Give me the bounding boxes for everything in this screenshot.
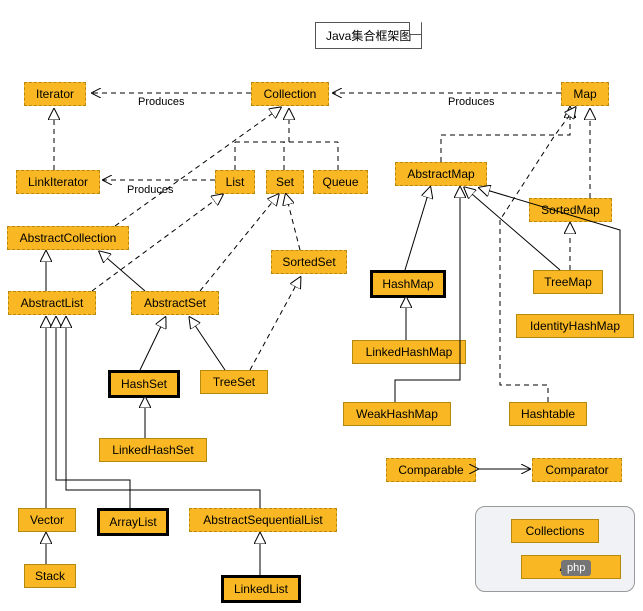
node-treeset: TreeSet [200,370,268,394]
node-comparable: Comparable [386,458,476,482]
node-abstractset: AbstractSet [131,291,219,315]
node-linkedhashmap: LinkedHashMap [352,340,466,364]
node-hashtable: Hashtable [509,402,587,426]
node-linkedlist: LinkedList [221,575,301,603]
node-list: List [215,170,255,194]
node-sortedmap: SortedMap [529,198,612,222]
node-abstractsequentiallist: AbstractSequentialList [189,508,337,532]
node-linkedhashset: LinkedHashSet [99,438,207,462]
node-comparator: Comparator [532,458,622,482]
watermark-badge: php [561,560,591,576]
node-linkiterator: LinkIterator [16,170,100,194]
node-set: Set [266,170,304,194]
node-map: Map [561,82,609,106]
label-produces-3: Produces [127,184,173,196]
node-collection: Collection [251,82,329,106]
node-identityhashmap: IdentityHashMap [516,314,634,338]
node-queue: Queue [313,170,368,194]
node-abstractmap: AbstractMap [395,162,487,186]
node-weakhashmap: WeakHashMap [343,402,451,426]
node-abstractcollection: AbstractCollection [7,226,129,250]
node-sortedset: SortedSet [271,250,347,274]
node-hashmap: HashMap [370,270,446,298]
label-produces-1: Produces [138,96,184,108]
node-vector: Vector [18,508,76,532]
label-produces-2: Produces [448,96,494,108]
node-arraylist: ArrayList [97,508,169,536]
node-stack: Stack [24,564,76,588]
diagram-title: Java集合框架图 [326,29,411,43]
diagram-title-note: Java集合框架图 [315,22,422,49]
node-iterator: Iterator [24,82,86,106]
note-corner-fold [409,22,422,35]
node-treemap: TreeMap [533,270,603,294]
node-hashset: HashSet [108,370,180,398]
legend-box: Collections Arra [475,506,635,592]
legend-collections: Collections [511,519,599,543]
node-abstractlist: AbstractList [8,291,96,315]
